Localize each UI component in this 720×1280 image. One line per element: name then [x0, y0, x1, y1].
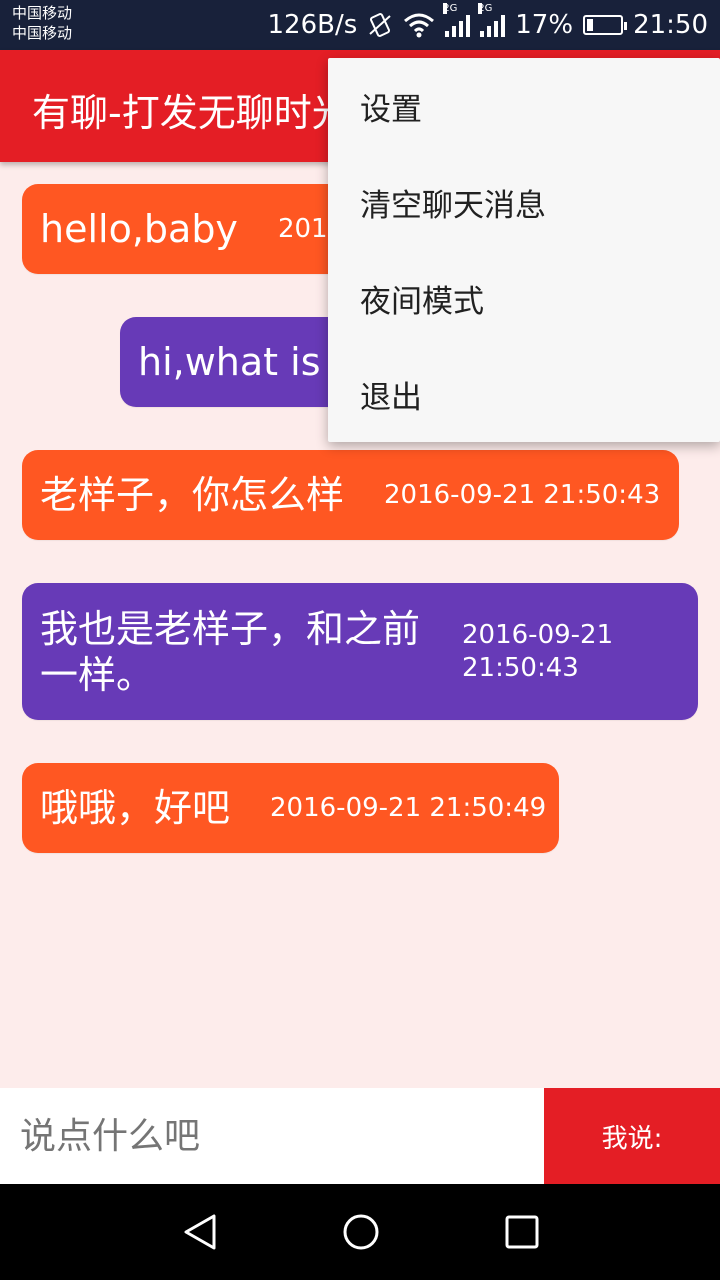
network-type-2: 2G	[478, 3, 493, 14]
home-icon[interactable]	[341, 1212, 381, 1252]
message-time-clock: 21:50:43	[462, 652, 579, 683]
battery-level	[587, 19, 593, 31]
signal-icon: 2G	[443, 3, 471, 37]
battery-icon	[583, 15, 628, 35]
message-bubble[interactable]: 我也是老样子，和之前 一样。 2016-09-21 21:50:43	[22, 583, 698, 720]
menu-item-exit[interactable]: 退出	[328, 346, 720, 442]
input-bar: 我说:	[0, 1088, 720, 1184]
menu-item-settings[interactable]: 设置	[328, 58, 720, 154]
message-input[interactable]	[0, 1088, 544, 1184]
back-icon[interactable]	[180, 1212, 220, 1252]
navigation-bar	[0, 1184, 720, 1280]
status-icons: 126B/s 2G 2G 17% 21:50	[267, 0, 708, 50]
message-bubble[interactable]: 哦哦，好吧 2016-09-21 21:50:49	[22, 763, 559, 853]
menu-item-night-mode[interactable]: 夜间模式	[328, 250, 720, 346]
message-bubble[interactable]: 老样子，你怎么样 2016-09-21 21:50:43	[22, 450, 679, 540]
recents-icon[interactable]	[502, 1212, 542, 1252]
message-time-date: 2016-09-21	[462, 619, 614, 650]
vibrate-icon	[369, 13, 391, 37]
send-button[interactable]: 我说:	[544, 1088, 720, 1184]
clock: 21:50	[633, 10, 708, 40]
message-text: 哦哦，好吧	[40, 786, 231, 830]
message-text: hello,baby	[40, 207, 238, 251]
menu-item-clear-messages[interactable]: 清空聊天消息	[328, 154, 720, 250]
message-text-line: 一样。	[40, 652, 155, 697]
message-text: 我也是老样子，和之前 一样。	[40, 606, 420, 698]
app-title: 有聊-打发无聊时光	[32, 91, 350, 135]
overflow-menu: 设置 清空聊天消息 夜间模式 退出	[328, 58, 720, 442]
wifi-icon	[404, 13, 435, 38]
message-time: 2016-09-21 21:50:43	[462, 619, 613, 685]
status-bar: 中国移动 中国移动 126B/s 2G 2G 17% 21:50	[0, 0, 720, 50]
signal-icon: 2G	[478, 3, 506, 37]
carrier-info: 中国移动 中国移动	[12, 3, 72, 43]
message-text: 老样子，你怎么样	[40, 473, 345, 517]
network-type-1: 2G	[443, 3, 458, 14]
message-time: 2016-09-21 21:50:43	[384, 480, 661, 510]
battery-percent: 17%	[515, 10, 574, 40]
network-speed: 126B/s	[267, 10, 358, 40]
carrier-1: 中国移动	[12, 4, 73, 22]
carrier-2: 中国移动	[12, 24, 73, 42]
message-text-line: 我也是老样子，和之前	[40, 606, 421, 651]
message-time: 2016-09-21 21:50:49	[270, 793, 547, 823]
